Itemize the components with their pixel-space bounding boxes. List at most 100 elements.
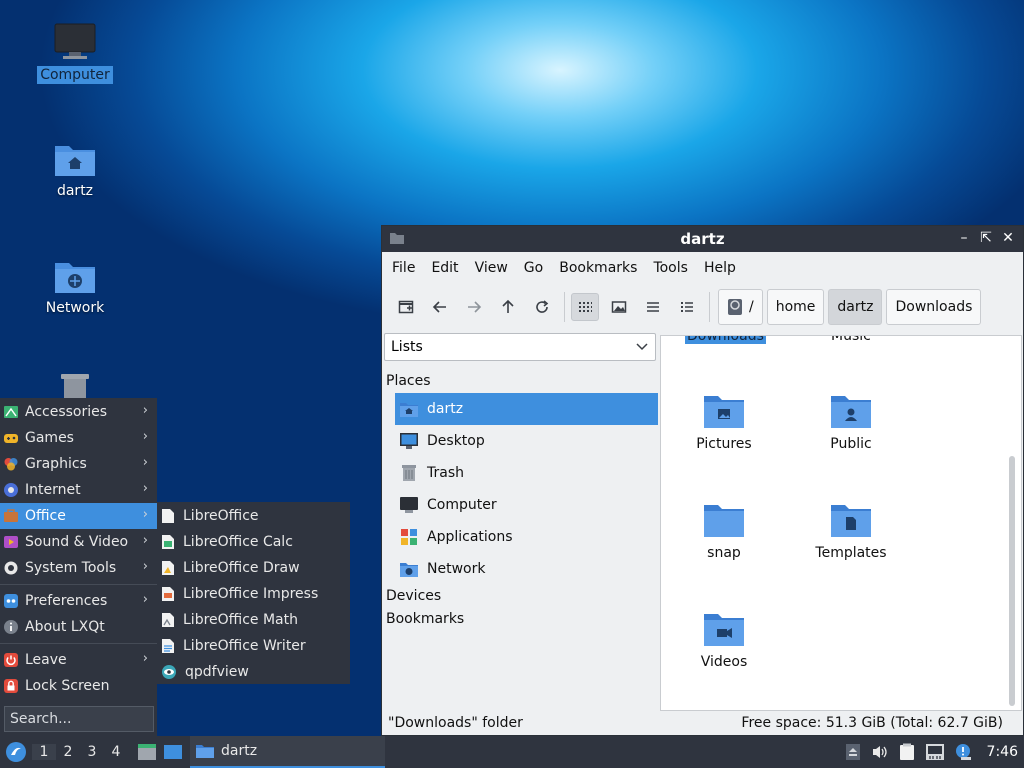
- menu-bookmarks[interactable]: Bookmarks: [559, 256, 647, 280]
- show-desktop-icon: [164, 745, 182, 759]
- app-libreoffice-impress[interactable]: LibreOffice Impress: [157, 581, 350, 607]
- app-label: LibreOffice Math: [183, 612, 298, 628]
- menu-label: Office: [25, 508, 66, 524]
- app-libreoffice[interactable]: LibreOffice: [157, 503, 350, 529]
- app-libreoffice-writer[interactable]: LibreOffice Writer: [157, 633, 350, 659]
- file-label: Templates: [815, 545, 887, 561]
- new-tab-button[interactable]: [392, 293, 420, 321]
- thumbnail-view-button[interactable]: [605, 293, 633, 321]
- up-button[interactable]: [494, 293, 522, 321]
- clipboard-icon[interactable]: [899, 743, 915, 761]
- office-submenu: LibreOffice LibreOffice Calc LibreOffice…: [157, 502, 350, 684]
- file-item-snap[interactable]: snap: [669, 501, 779, 561]
- menu-category-office[interactable]: Office ›: [0, 503, 157, 529]
- app-libreoffice-calc[interactable]: LibreOffice Calc: [157, 529, 350, 555]
- applications-icon: [401, 529, 417, 545]
- close-button[interactable]: ✕: [999, 228, 1017, 248]
- file-item-videos[interactable]: Videos: [669, 610, 779, 670]
- menu-label: Graphics: [25, 456, 87, 472]
- workspace-2[interactable]: 2: [56, 744, 80, 760]
- menu-file[interactable]: File: [392, 256, 425, 280]
- file-manager-window: dartz – ⇱ ✕ File Edit View Go Bookmarks …: [381, 225, 1024, 736]
- window-titlebar[interactable]: dartz – ⇱ ✕: [382, 226, 1023, 252]
- file-item-music[interactable]: Music: [831, 336, 871, 344]
- desktop-icon: [400, 433, 418, 449]
- maximize-button[interactable]: ⇱: [977, 228, 995, 248]
- libreoffice-impress-icon: [162, 587, 174, 601]
- devices-header[interactable]: Devices: [386, 588, 441, 604]
- detailed-view-button[interactable]: [673, 293, 701, 321]
- desktop-icon-computer[interactable]: Computer: [30, 22, 120, 84]
- menu-go[interactable]: Go: [524, 256, 553, 280]
- menu-lock-screen[interactable]: Lock Screen: [0, 673, 157, 699]
- menu-edit[interactable]: Edit: [431, 256, 468, 280]
- computer-icon: [400, 497, 418, 513]
- file-item-downloads[interactable]: Downloads: [685, 336, 766, 344]
- menu-category-sound-video[interactable]: Sound & Video ›: [0, 529, 157, 555]
- app-libreoffice-draw[interactable]: LibreOffice Draw: [157, 555, 350, 581]
- app-libreoffice-math[interactable]: LibreOffice Math: [157, 607, 350, 633]
- menu-category-graphics[interactable]: Graphics ›: [0, 451, 157, 477]
- show-desktop-button[interactable]: [160, 743, 186, 761]
- menu-about-lxqt[interactable]: About LXQt: [0, 614, 157, 640]
- breadcrumb-downloads[interactable]: Downloads: [886, 289, 982, 325]
- menu-label: Games: [25, 430, 74, 446]
- reload-button[interactable]: [528, 293, 556, 321]
- place-network[interactable]: Network: [395, 553, 658, 585]
- network-wired-icon[interactable]: [925, 743, 945, 761]
- forward-button[interactable]: [460, 293, 488, 321]
- workspace-1[interactable]: 1: [32, 744, 56, 760]
- status-bar: "Downloads" folder Free space: 51.3 GiB …: [382, 711, 1023, 735]
- place-trash[interactable]: Trash: [395, 457, 658, 489]
- place-applications[interactable]: Applications: [395, 521, 658, 553]
- breadcrumb-dartz[interactable]: dartz: [828, 289, 883, 325]
- desktop-icon-network[interactable]: Network: [30, 257, 120, 317]
- menu-view[interactable]: View: [475, 256, 518, 280]
- update-notification-icon[interactable]: [955, 743, 973, 761]
- chevron-right-icon: ›: [142, 651, 148, 666]
- menu-help[interactable]: Help: [704, 256, 746, 280]
- folder-icon: [704, 505, 744, 537]
- menu-category-games[interactable]: Games ›: [0, 425, 157, 451]
- menu-category-accessories[interactable]: Accessories ›: [0, 399, 157, 425]
- menu-tools[interactable]: Tools: [653, 256, 698, 280]
- menu-leave[interactable]: Leave ›: [0, 647, 157, 673]
- place-label: Network: [427, 561, 486, 577]
- start-menu-button[interactable]: [0, 736, 32, 768]
- menu-category-system-tools[interactable]: System Tools ›: [0, 555, 157, 581]
- file-item-templates[interactable]: Templates: [796, 501, 906, 561]
- minimize-button[interactable]: –: [955, 228, 973, 248]
- file-view-scrollbar[interactable]: [1009, 456, 1015, 706]
- menu-preferences[interactable]: Preferences ›: [0, 588, 157, 614]
- place-computer[interactable]: Computer: [395, 489, 658, 521]
- icon-view-button[interactable]: [571, 293, 599, 321]
- desktop-icon-trash[interactable]: [30, 372, 120, 398]
- volume-icon[interactable]: [871, 744, 889, 760]
- bookmarks-header[interactable]: Bookmarks: [386, 611, 464, 627]
- file-label: snap: [707, 545, 741, 561]
- workspace-3[interactable]: 3: [80, 744, 104, 760]
- eject-icon[interactable]: [845, 743, 861, 761]
- quicklaunch-file-manager[interactable]: [134, 743, 160, 761]
- menu-label: Internet: [25, 482, 81, 498]
- file-item-pictures[interactable]: Pictures: [669, 392, 779, 452]
- desktop-icon-label: Computer: [37, 66, 113, 84]
- breadcrumb-root[interactable]: /: [718, 289, 763, 325]
- place-home[interactable]: dartz: [395, 393, 658, 425]
- menu-search-input[interactable]: Search...: [4, 706, 154, 732]
- clock[interactable]: 7:46: [987, 744, 1018, 760]
- taskbar: 1 2 3 4 dartz 7:46: [0, 736, 1024, 768]
- side-pane-mode-select[interactable]: Lists: [384, 333, 656, 361]
- breadcrumb-home[interactable]: home: [766, 289, 825, 325]
- file-item-public[interactable]: Public: [796, 392, 906, 452]
- compact-view-button[interactable]: [639, 293, 667, 321]
- back-button[interactable]: [426, 293, 454, 321]
- place-desktop[interactable]: Desktop: [395, 425, 658, 457]
- app-qpdfview[interactable]: qpdfview: [157, 659, 350, 685]
- image-icon: [611, 301, 627, 313]
- menu-category-internet[interactable]: Internet ›: [0, 477, 157, 503]
- desktop-icon-home[interactable]: dartz: [30, 140, 120, 200]
- task-button-dartz[interactable]: dartz: [190, 736, 385, 768]
- workspace-4[interactable]: 4: [104, 744, 128, 760]
- menu-label: Leave: [25, 652, 67, 668]
